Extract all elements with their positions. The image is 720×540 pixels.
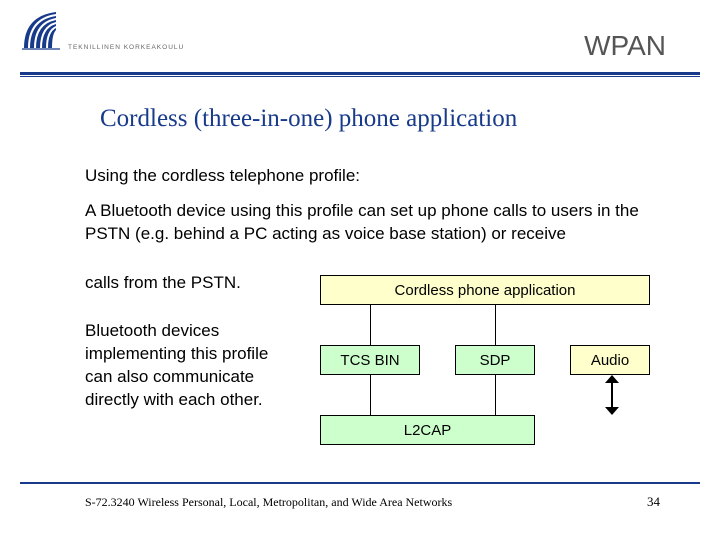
header-rule-thick [20, 72, 700, 75]
slide-header: TEKNILLINEN KORKEAKOULU WPAN [0, 0, 720, 72]
paragraph-secondary: Bluetooth devices implementing this prof… [85, 320, 295, 412]
footer-page-number: 34 [647, 494, 660, 510]
university-name: TEKNILLINEN KORKEAKOULU [68, 44, 184, 51]
connector [495, 375, 496, 415]
slide-title: Cordless (three-in-one) phone applicatio… [100, 105, 517, 133]
box-l2cap: L2CAP [320, 415, 535, 445]
protocol-diagram: Cordless phone application TCS BIN SDP A… [320, 275, 660, 455]
connector [495, 305, 496, 345]
topic-label: WPAN [584, 30, 666, 62]
box-audio: Audio [570, 345, 650, 375]
university-logo [20, 8, 64, 52]
footer-rule [20, 482, 700, 484]
header-rule-thin [20, 76, 700, 77]
box-tcs-bin: TCS BIN [320, 345, 420, 375]
box-sdp: SDP [455, 345, 535, 375]
double-arrow-icon [605, 375, 619, 415]
paragraph-intro: Using the cordless telephone profile: [85, 165, 660, 188]
box-application: Cordless phone application [320, 275, 650, 305]
paragraph-main-cont: calls from the PSTN. [85, 272, 315, 295]
footer-course: S-72.3240 Wireless Personal, Local, Metr… [85, 495, 452, 510]
paragraph-main: A Bluetooth device using this profile ca… [85, 200, 650, 246]
connector [370, 305, 371, 345]
connector [370, 375, 371, 415]
